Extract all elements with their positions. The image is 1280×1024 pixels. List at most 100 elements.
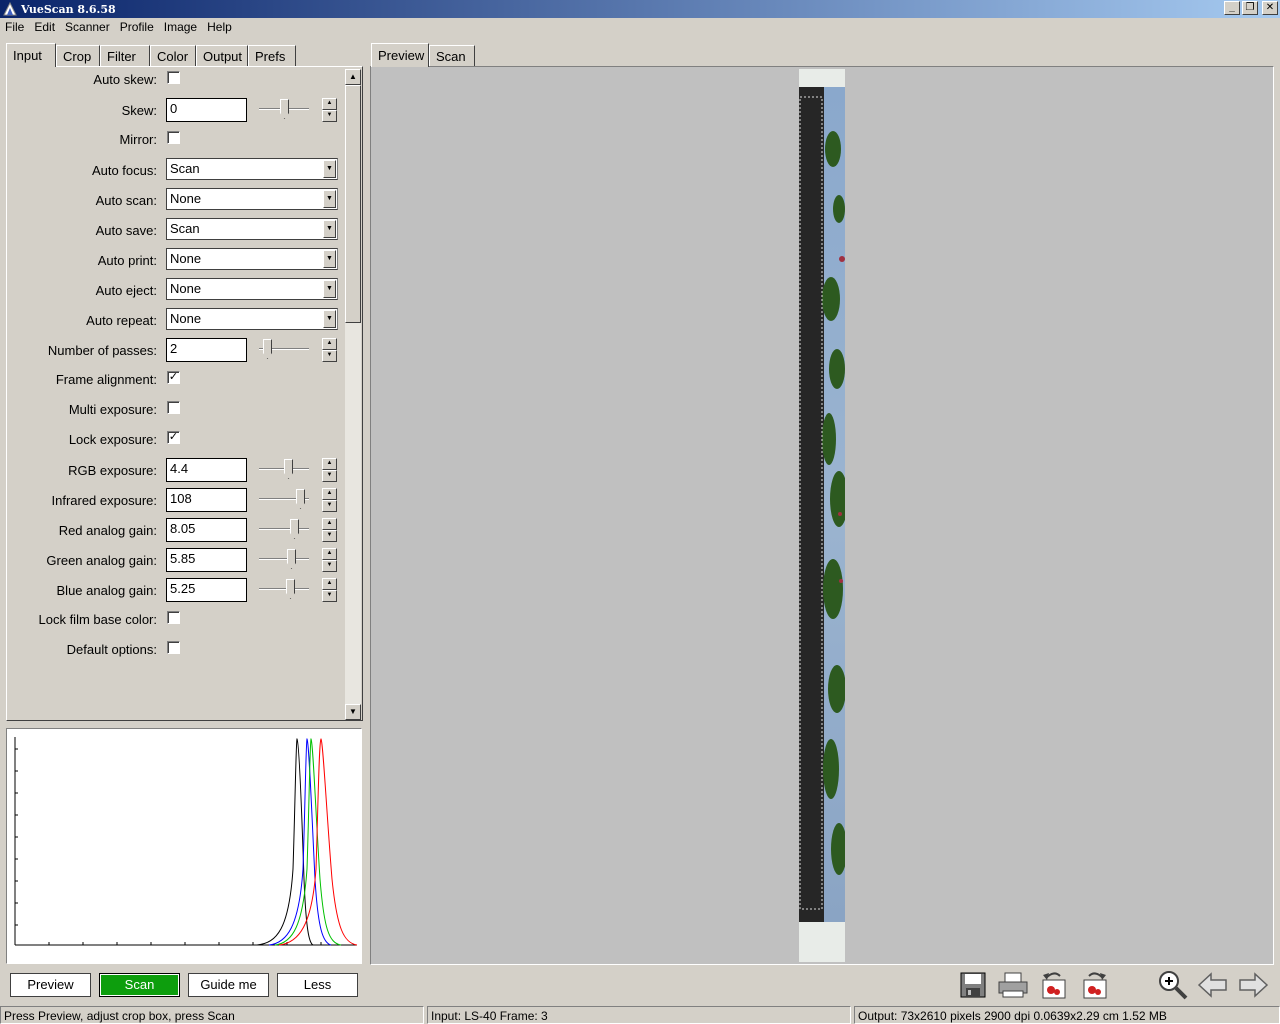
restore-button[interactable]: ❐ xyxy=(1242,1,1258,15)
rgb-exposure-spinner[interactable]: ▲ ▼ xyxy=(322,458,337,482)
less-button[interactable]: Less xyxy=(277,973,358,997)
chevron-down-icon[interactable]: ▼ xyxy=(323,220,336,238)
passes-input[interactable]: 2 xyxy=(166,338,247,362)
multi-exposure-checkbox[interactable] xyxy=(167,401,180,414)
auto-eject-select[interactable]: None ▼ xyxy=(166,278,338,300)
red-gain-slider[interactable] xyxy=(259,518,309,542)
green-gain-input[interactable]: 5.85 xyxy=(166,548,247,572)
chevron-down-icon[interactable]: ▼ xyxy=(323,310,336,328)
tab-color[interactable]: Color xyxy=(150,45,196,67)
auto-focus-select[interactable]: Scan ▼ xyxy=(166,158,338,180)
skew-input[interactable]: 0 xyxy=(166,98,247,122)
tab-crop[interactable]: Crop xyxy=(56,45,100,67)
skew-spinner[interactable]: ▲ ▼ xyxy=(322,98,337,122)
auto-print-select[interactable]: None ▼ xyxy=(166,248,338,270)
tab-preview[interactable]: Preview xyxy=(371,43,429,67)
rgb-exposure-label: RGB exposure: xyxy=(68,463,157,478)
status-input: Input: LS-40 Frame: 3 xyxy=(427,1006,851,1024)
next-icon[interactable] xyxy=(1236,968,1270,1002)
rotate-right-icon[interactable] xyxy=(1077,968,1111,1002)
menu-profile[interactable]: Profile xyxy=(115,19,159,38)
auto-eject-label: Auto eject: xyxy=(95,283,157,298)
chevron-down-icon[interactable]: ▼ xyxy=(323,280,336,298)
auto-scan-select[interactable]: None ▼ xyxy=(166,188,338,210)
red-gain-spinner[interactable]: ▲ ▼ xyxy=(322,518,337,542)
close-button[interactable]: ✕ xyxy=(1262,1,1278,15)
print-icon[interactable] xyxy=(996,968,1030,1002)
menu-file[interactable]: File xyxy=(0,19,29,38)
default-options-checkbox[interactable] xyxy=(167,641,180,654)
menu-scanner[interactable]: Scanner xyxy=(60,19,115,38)
tab-prefs[interactable]: Prefs xyxy=(248,45,296,67)
default-options-label: Default options: xyxy=(66,642,157,657)
rgb-exposure-input[interactable]: 4.4 xyxy=(166,458,247,482)
lock-exposure-checkbox[interactable]: ✓ xyxy=(167,431,180,444)
tab-input[interactable]: Input xyxy=(6,43,56,67)
blue-gain-slider[interactable] xyxy=(259,578,309,602)
auto-save-select[interactable]: Scan ▼ xyxy=(166,218,338,240)
infrared-exposure-spinner[interactable]: ▲ ▼ xyxy=(322,488,337,512)
mirror-row: Mirror: xyxy=(7,127,347,153)
green-gain-label: Green analog gain: xyxy=(46,553,157,568)
red-gain-input[interactable]: 8.05 xyxy=(166,518,247,542)
menu-image[interactable]: Image xyxy=(159,19,202,38)
auto-scan-row: Auto scan: None ▼ xyxy=(7,188,347,214)
rotate-left-icon[interactable] xyxy=(1036,968,1070,1002)
zoom-in-icon[interactable] xyxy=(1156,968,1190,1002)
minimize-button[interactable]: _ xyxy=(1224,1,1240,15)
menu-help[interactable]: Help xyxy=(202,19,237,38)
green-gain-slider[interactable] xyxy=(259,548,309,572)
passes-spinner[interactable]: ▲ ▼ xyxy=(322,338,337,362)
left-tab-strip: Input Crop Filter Color Output Prefs xyxy=(6,43,296,67)
film-strip-preview[interactable] xyxy=(799,69,845,962)
preview-button[interactable]: Preview xyxy=(10,973,91,997)
tab-output[interactable]: Output xyxy=(196,45,248,67)
infrared-exposure-slider[interactable] xyxy=(259,488,309,512)
auto-save-label: Auto save: xyxy=(95,223,157,238)
histogram-chart xyxy=(14,737,358,946)
frame-alignment-label: Frame alignment: xyxy=(55,372,157,387)
options-scrollbar[interactable]: ▲ ▼ xyxy=(345,69,361,720)
blue-gain-label: Blue analog gain: xyxy=(56,583,157,598)
infrared-exposure-input[interactable]: 108 xyxy=(166,488,247,512)
default-options-row: Default options: xyxy=(7,637,347,663)
red-gain-label: Red analog gain: xyxy=(58,523,157,538)
blue-gain-spinner[interactable]: ▲ ▼ xyxy=(322,578,337,602)
auto-repeat-select[interactable]: None ▼ xyxy=(166,308,338,330)
blue-gain-input[interactable]: 5.25 xyxy=(166,578,247,602)
previous-icon[interactable] xyxy=(1196,968,1230,1002)
scan-button[interactable]: Scan xyxy=(99,973,180,997)
auto-focus-label: Auto focus: xyxy=(91,163,157,178)
auto-print-row: Auto print: None ▼ xyxy=(7,248,347,274)
guide-me-button[interactable]: Guide me xyxy=(188,973,269,997)
scrollbar-thumb[interactable] xyxy=(345,85,361,323)
blue-gain-row: Blue analog gain: 5.25 ▲ ▼ xyxy=(7,578,347,604)
auto-skew-checkbox[interactable] xyxy=(167,71,180,84)
infrared-exposure-label: Infrared exposure: xyxy=(51,493,157,508)
scroll-down-icon[interactable]: ▼ xyxy=(345,704,361,720)
frame-alignment-checkbox[interactable]: ✓ xyxy=(167,371,180,384)
save-icon[interactable] xyxy=(956,968,990,1002)
chevron-down-icon[interactable]: ▼ xyxy=(323,250,336,268)
scroll-up-icon[interactable]: ▲ xyxy=(345,69,361,85)
lock-film-base-checkbox[interactable] xyxy=(167,611,180,624)
passes-slider[interactable] xyxy=(259,338,309,362)
chevron-down-icon[interactable]: ▼ xyxy=(323,190,336,208)
red-gain-row: Red analog gain: 8.05 ▲ ▼ xyxy=(7,518,347,544)
auto-repeat-label: Auto repeat: xyxy=(86,313,157,328)
vuescan-app-icon[interactable] xyxy=(2,1,18,17)
lock-exposure-row: Lock exposure: ✓ xyxy=(7,427,347,453)
tab-filter[interactable]: Filter xyxy=(100,45,150,67)
menu-edit[interactable]: Edit xyxy=(29,19,60,38)
skew-slider[interactable] xyxy=(259,98,309,122)
rgb-exposure-slider[interactable] xyxy=(259,458,309,482)
auto-save-row: Auto save: Scan ▼ xyxy=(7,218,347,244)
right-tab-strip: Preview Scan xyxy=(371,43,475,67)
green-gain-spinner[interactable]: ▲ ▼ xyxy=(322,548,337,572)
status-bar: Press Preview, adjust crop box, press Sc… xyxy=(0,1005,1280,1024)
preview-area[interactable] xyxy=(370,66,1274,965)
mirror-checkbox[interactable] xyxy=(167,131,180,144)
tab-scan[interactable]: Scan xyxy=(429,45,475,67)
chevron-down-icon[interactable]: ▼ xyxy=(323,160,336,178)
histogram-green-curve xyxy=(274,738,342,946)
